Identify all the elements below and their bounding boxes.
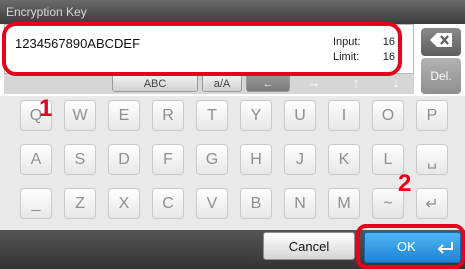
backspace-icon: [430, 32, 452, 52]
key-h[interactable]: H: [240, 144, 272, 175]
key-enter[interactable]: ↵: [416, 188, 448, 219]
keyboard: Q W E R T Y U I O P A S D F G H J K L ␣ …: [0, 96, 465, 230]
mode-abc-button[interactable]: ABC: [112, 74, 198, 92]
key-g[interactable]: G: [196, 144, 228, 175]
key-s[interactable]: S: [64, 144, 96, 175]
mode-row: ABC a/A ← → ↑ ↓: [4, 74, 414, 94]
key-v[interactable]: V: [196, 188, 228, 219]
cursor-down-button[interactable]: ↓: [378, 74, 414, 92]
cancel-button[interactable]: Cancel: [263, 232, 355, 260]
key-a[interactable]: A: [20, 144, 52, 175]
key-t[interactable]: T: [196, 100, 228, 131]
cursor-up-button[interactable]: ↑: [338, 74, 374, 92]
key-b[interactable]: B: [240, 188, 272, 219]
key-i[interactable]: I: [328, 100, 360, 131]
key-z[interactable]: Z: [64, 188, 96, 219]
encryption-key-dialog: Encryption Key 1234567890ABCDEF Input: 1…: [0, 0, 465, 269]
key-space[interactable]: ␣: [416, 144, 448, 175]
key-j[interactable]: J: [284, 144, 316, 175]
callout-1-number: 1: [39, 95, 53, 122]
key-u[interactable]: U: [284, 100, 316, 131]
mode-case-button[interactable]: a/A: [202, 74, 242, 92]
arrow-down-icon: ↓: [392, 75, 400, 90]
key-c[interactable]: C: [152, 188, 184, 219]
arrow-right-icon: →: [307, 75, 321, 90]
dialog-title: Encryption Key: [0, 0, 465, 24]
key-k[interactable]: K: [328, 144, 360, 175]
key-p[interactable]: P: [416, 100, 448, 131]
cursor-right-button[interactable]: →: [294, 74, 334, 92]
key-n[interactable]: N: [284, 188, 316, 219]
key-x[interactable]: X: [108, 188, 140, 219]
callout-2-number: 2: [398, 170, 412, 197]
callout-1-highlight: [2, 22, 402, 76]
key-r[interactable]: R: [152, 100, 184, 131]
key-d[interactable]: D: [108, 144, 140, 175]
cursor-left-button[interactable]: ←: [246, 74, 290, 92]
key-m[interactable]: M: [328, 188, 360, 219]
delete-button[interactable]: Del.: [421, 58, 461, 94]
callout-2-highlight: [356, 224, 465, 269]
arrow-left-icon: ←: [262, 78, 274, 90]
key-y[interactable]: Y: [240, 100, 272, 131]
key-o[interactable]: O: [372, 100, 404, 131]
space-icon: ␣: [426, 151, 438, 169]
key-f[interactable]: F: [152, 144, 184, 175]
key-w[interactable]: W: [64, 100, 96, 131]
backspace-button[interactable]: [421, 28, 461, 56]
arrow-up-icon: ↑: [352, 75, 360, 90]
key-e[interactable]: E: [108, 100, 140, 131]
key-underscore[interactable]: _: [20, 188, 52, 219]
enter-icon: ↵: [425, 195, 439, 213]
